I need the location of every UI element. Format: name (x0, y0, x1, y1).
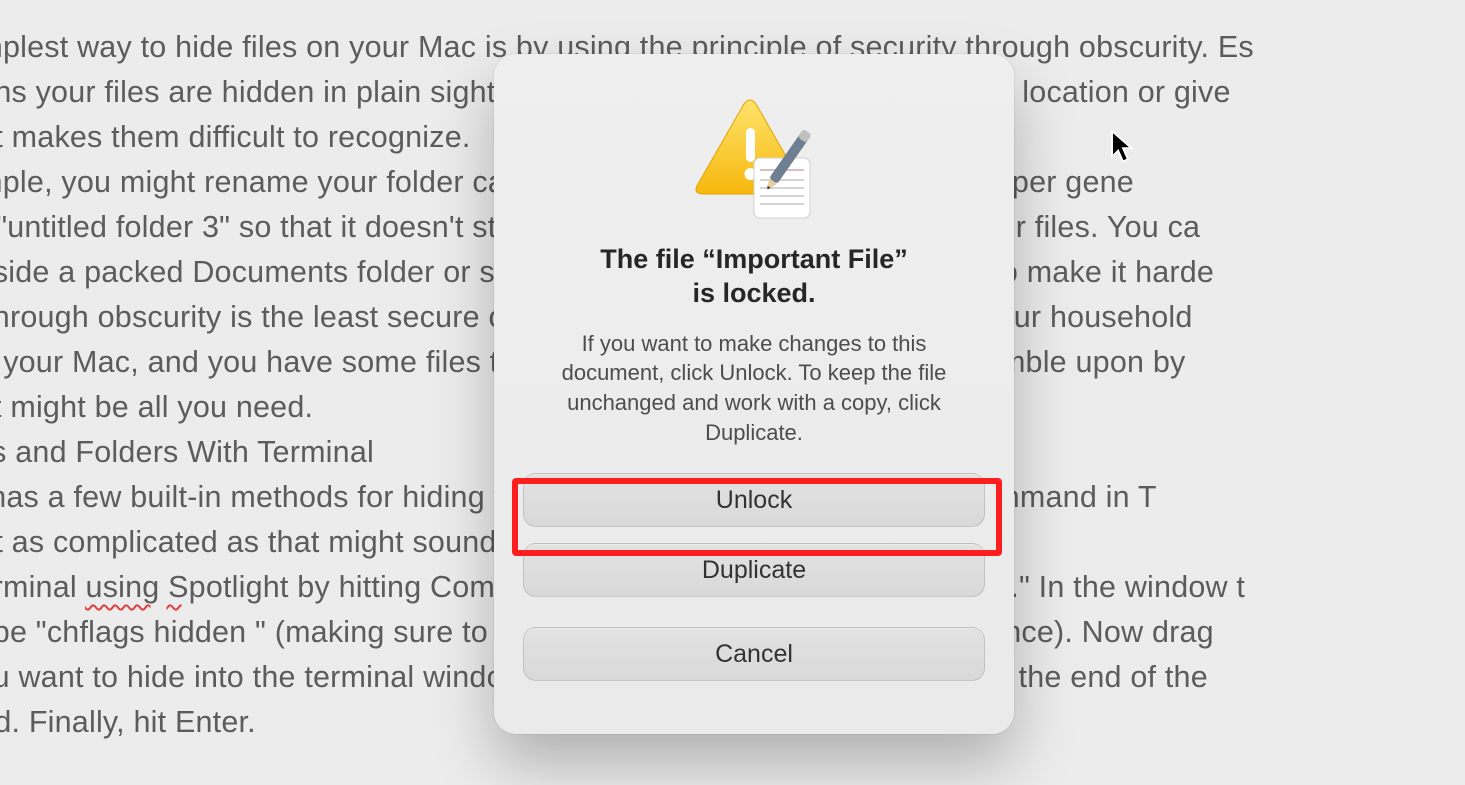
dialog-button-group: Unlock Duplicate (523, 473, 985, 597)
dialog-title-line1: The file “Important File” (600, 243, 908, 277)
warning-textedit-icon (684, 98, 824, 223)
unlock-button[interactable]: Unlock (523, 473, 985, 527)
duplicate-button-label: Duplicate (702, 556, 806, 585)
dialog-message: If you want to make changes to this docu… (539, 329, 969, 448)
locked-file-dialog: The file “Important File” is locked. If … (494, 54, 1014, 734)
cancel-button-label: Cancel (715, 640, 793, 669)
duplicate-button[interactable]: Duplicate (523, 543, 985, 597)
dialog-title-line2: is locked. (600, 277, 908, 311)
unlock-button-label: Unlock (716, 486, 792, 515)
dialog-title: The file “Important File” is locked. (600, 243, 908, 311)
spellcheck-squiggle: chflags (85, 573, 182, 608)
cancel-button[interactable]: Cancel (523, 627, 985, 681)
